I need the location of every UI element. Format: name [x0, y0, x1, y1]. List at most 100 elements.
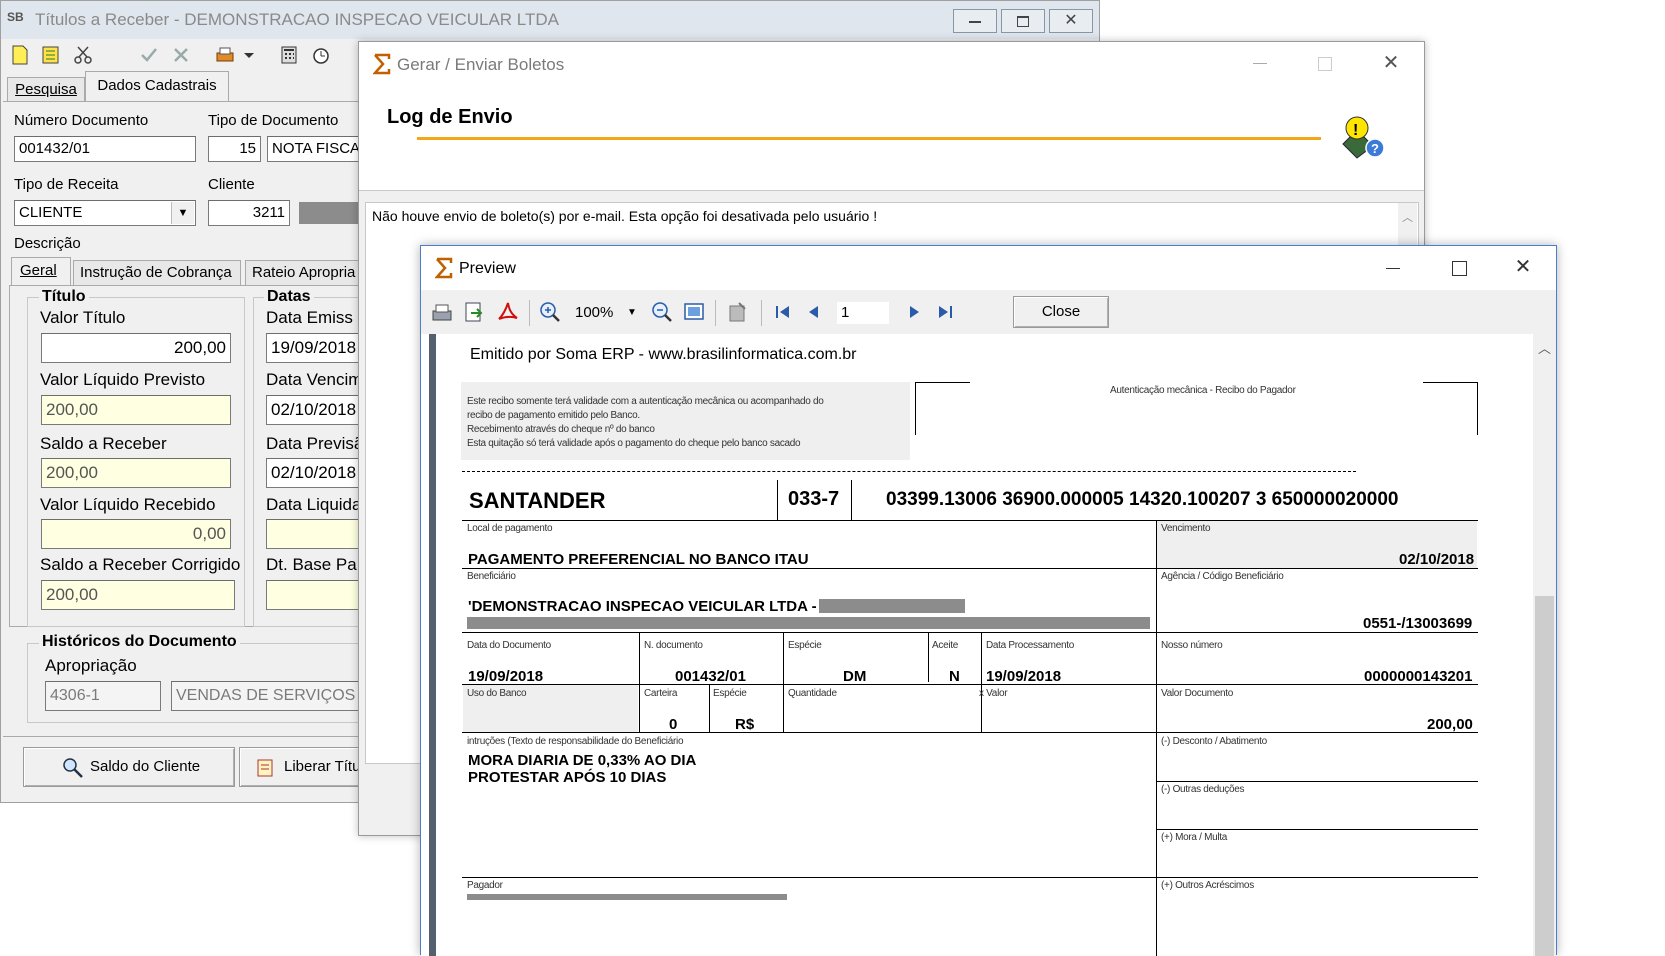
clock-icon[interactable] — [311, 45, 333, 67]
report-scrollbar[interactable]: ︿ — [1533, 334, 1556, 956]
log-header-underline — [417, 137, 1321, 140]
bottom-separator — [3, 736, 363, 737]
sigma-app-icon — [435, 257, 453, 279]
saldo-corrigido-field: 200,00 — [41, 580, 235, 610]
outros-acrescimos-label: (+) Outros Acréscimos — [1161, 880, 1254, 891]
preview-window: Preview ✕ 100% ▼ 1 Close ︿ Emitido por S… — [420, 245, 1557, 956]
outras-deducoes-label: (-) Outras deduções — [1161, 784, 1245, 795]
maximize-button[interactable] — [1001, 9, 1045, 33]
data-emissao-field[interactable]: 19/09/2018 — [266, 333, 366, 363]
fit-page-icon[interactable] — [683, 301, 705, 323]
recibo-line-4: Esta quitação só terá validade após o pa… — [467, 438, 801, 449]
historicos-group-title: Históricos do Documento — [39, 633, 240, 651]
data-documento-label: Data do Documento — [467, 640, 551, 651]
zoom-select[interactable]: 100% ▼ — [575, 302, 641, 324]
maximize-icon — [1452, 261, 1467, 276]
tab-pesquisa[interactable]: Pesquisa — [7, 77, 85, 102]
preview-maximize-button[interactable] — [1437, 254, 1481, 282]
saldo-receber-label: Saldo a Receber — [40, 434, 167, 453]
calculator-icon[interactable] — [279, 45, 301, 67]
toolbar-sep — [761, 300, 762, 326]
row-line-2 — [462, 568, 1478, 569]
scroll-up-icon[interactable]: ︿ — [1402, 209, 1413, 225]
previous-page-icon[interactable] — [805, 303, 823, 321]
tipo-documento-name-field: NOTA FISCA — [267, 136, 367, 162]
zoom-out-icon[interactable] — [651, 301, 673, 323]
gerar-maximize-button[interactable] — [1305, 52, 1345, 76]
preview-minimize-button[interactable] — [1371, 254, 1415, 282]
tab-dados-cadastrais[interactable]: Dados Cadastrais — [85, 71, 229, 102]
r3-sep-1 — [639, 632, 640, 732]
print-icon[interactable] — [215, 45, 237, 67]
vencimento-label: Vencimento — [1161, 523, 1211, 534]
first-page-icon[interactable] — [773, 303, 793, 321]
carteira-value: 0 — [669, 716, 678, 733]
tipo-receita-select[interactable]: CLIENTE ▼ — [14, 200, 196, 226]
preview-toolbar: 100% ▼ 1 Close — [421, 290, 1556, 334]
tipo-documento-code-field[interactable]: 15 — [208, 136, 261, 162]
preview-close-button-toolbar[interactable]: Close — [1013, 296, 1109, 328]
close-button[interactable]: ✕ — [1049, 9, 1093, 33]
numero-documento-field[interactable]: 001432/01 — [14, 136, 196, 162]
close-icon: ✕ — [1514, 256, 1532, 278]
saldo-cliente-button[interactable]: Saldo do Cliente — [23, 747, 235, 787]
edit-document-icon[interactable] — [41, 45, 63, 67]
subtab-instrucao-cobranca[interactable]: Instrução de Cobrança — [73, 260, 241, 285]
pagador-label: Pagador — [467, 880, 503, 891]
chevron-down-icon[interactable]: ▼ — [171, 202, 194, 224]
export-icon[interactable] — [463, 301, 485, 323]
subtab-rateio[interactable]: Rateio Apropria — [245, 260, 367, 285]
last-page-icon[interactable] — [935, 303, 955, 321]
data-vencimento-field[interactable]: 02/10/2018 — [266, 395, 366, 425]
confirm-icon[interactable] — [139, 45, 161, 67]
cut-icon[interactable] — [73, 45, 95, 67]
minimize-icon — [969, 21, 981, 23]
valor-titulo-field[interactable]: 200,00 — [41, 333, 231, 363]
subtab-geral[interactable]: Geral — [11, 257, 71, 285]
titulos-titlebar: SB Títulos a Receber - DEMONSTRACAO INSP… — [1, 1, 1099, 39]
minimize-icon — [1386, 268, 1400, 269]
data-previsao-label: Data Previsã — [266, 434, 364, 453]
cliente-name-redacted — [299, 202, 367, 224]
data-emissao-label: Data Emiss — [266, 308, 353, 327]
scroll-up-icon[interactable]: ︿ — [1538, 338, 1551, 357]
row-line-6 — [462, 877, 1478, 878]
row-line-3 — [462, 632, 1478, 633]
restore-icon — [1017, 16, 1029, 27]
gerar-title: Gerar / Enviar Boletos — [397, 55, 565, 74]
page-setup-icon[interactable] — [727, 301, 749, 323]
valor-label: x Valor — [979, 688, 1008, 699]
preview-close-button[interactable]: ✕ — [1501, 252, 1545, 282]
toolbar-sep — [529, 300, 530, 326]
next-page-icon[interactable] — [905, 303, 923, 321]
gerar-minimize-button[interactable] — [1239, 52, 1279, 76]
valor-documento-label: Valor Documento — [1161, 688, 1234, 699]
zoom-in-icon[interactable] — [539, 301, 561, 323]
scroll-thumb[interactable] — [1535, 596, 1554, 956]
gerar-close-button[interactable]: ✕ — [1371, 50, 1411, 76]
page-number-input[interactable]: 1 — [837, 302, 889, 324]
new-document-icon[interactable] — [11, 45, 33, 67]
cliente-code-field[interactable]: 3211 — [208, 200, 290, 226]
preview-titlebar: Preview ✕ — [421, 246, 1556, 290]
quantidade-label: Quantidade — [788, 688, 837, 699]
tab-panel-border — [3, 101, 363, 102]
autenticacao-label: Autenticação mecânica - Recibo do Pagado… — [1110, 385, 1296, 396]
datas-group-title: Datas — [264, 288, 314, 306]
recibo-line-1: Este recibo somente terá validade com a … — [467, 396, 824, 407]
nosso-numero-label: Nosso número — [1161, 640, 1223, 651]
minimize-button[interactable] — [953, 9, 997, 33]
data-previsao-field[interactable]: 02/10/2018 — [266, 458, 366, 488]
especie-value: DM — [843, 668, 867, 685]
titulos-title: Títulos a Receber - DEMONSTRACAO INSPECA… — [35, 10, 559, 29]
cancel-icon[interactable] — [171, 45, 193, 67]
print-icon[interactable] — [431, 302, 453, 324]
pdf-icon[interactable] — [497, 301, 519, 323]
liberar-titulo-button[interactable]: Liberar Títu — [239, 747, 371, 787]
print-dropdown-icon[interactable] — [243, 45, 255, 67]
recibo-line-2: recibo de pagamento emitido pelo Banco. — [467, 410, 640, 421]
apropriacao-label: Apropriação — [45, 656, 137, 675]
minimize-icon — [1253, 63, 1267, 64]
app-icon: SB — [7, 10, 24, 24]
carteira-label: Carteira — [644, 688, 678, 699]
